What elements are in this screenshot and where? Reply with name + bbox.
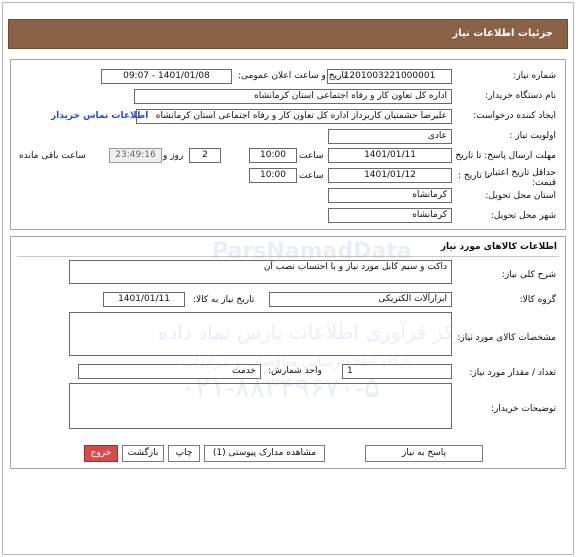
city-label: شهر محل تحویل:	[490, 211, 556, 221]
group-field: ابزارآلات الکتریکی	[269, 292, 452, 307]
qty-field: 1	[342, 364, 452, 379]
days-left-field: 2	[189, 148, 221, 163]
need-date-field: 1401/01/11	[103, 292, 185, 307]
province-label: استان محل تحویل:	[485, 191, 556, 201]
group-label: گروه کالا:	[519, 295, 556, 305]
summary-label: شرح کلی نیاز:	[501, 270, 556, 280]
deadline-time-field: 10:00	[249, 148, 297, 163]
priority-label: اولویت نیاز :	[509, 131, 556, 141]
exit-button[interactable]: خروج	[84, 445, 118, 462]
min-validity-label-price: قیمت:	[531, 178, 556, 188]
specs-field	[69, 312, 452, 356]
validity-time-label: ساعت	[299, 171, 324, 181]
unit-field: خدمت	[78, 364, 261, 379]
deadline-time-label: ساعت	[299, 151, 324, 161]
goods-section-title: اطلاعات کالاهای مورد نیاز	[440, 242, 557, 252]
print-button[interactable]: چاپ	[168, 445, 200, 462]
priority-field: عادی	[328, 129, 452, 144]
province-field: کرمانشاه	[328, 188, 452, 203]
page-header: جزئیات اطلاعات نیاز	[8, 19, 568, 49]
validity-to-label: تا تاریخ :	[458, 171, 490, 181]
back-button[interactable]: بازگشت	[122, 445, 164, 462]
buyer-contact-link[interactable]: اطلاعات تماس خریدار	[51, 111, 148, 121]
page-title: جزئیات اطلاعات نیاز	[452, 28, 553, 39]
announce-datetime-field: 1401/01/08 - 09:07	[101, 69, 232, 84]
notes-label: توضیحات خریدار:	[490, 404, 556, 414]
need-number-label: شماره نیاز:	[513, 71, 556, 81]
attachments-button[interactable]: مشاهده مدارک پیوستی (1)	[204, 445, 325, 462]
reply-button[interactable]: پاسخ به نیاز	[365, 445, 483, 462]
city-field: کرمانشاه	[328, 208, 452, 223]
requester-label: ایجاد کننده درخواست:	[473, 111, 556, 121]
deadline-date-field: 1401/01/11	[328, 148, 452, 163]
validity-time-field: 10:00	[249, 168, 297, 183]
goods-details-panel: اطلاعات کالاهای مورد نیاز شرح کلی نیاز: …	[10, 236, 566, 469]
buyer-org-label: نام دستگاه خریدار:	[485, 91, 556, 101]
time-left-field: 23:49:16	[109, 148, 162, 163]
tender-details-panel: شماره نیاز: 1201003221000001 تاریخ و ساع…	[10, 59, 566, 230]
days-label: روز و	[163, 151, 184, 161]
notes-field	[69, 383, 452, 429]
section-divider	[17, 256, 559, 257]
specs-label: مشخصات کالای مورد نیاز:	[457, 333, 556, 343]
remaining-label: ساعت باقی مانده	[19, 151, 86, 161]
buyer-org-field: اداره کل تعاون کار و رفاه اجتماعی استان …	[134, 89, 452, 104]
deadline-label: مهلت ارسال پاسخ: تا تاریخ :	[449, 151, 556, 161]
summary-field: داکت و سیم کابل مورد نیاز و با احتساب نص…	[69, 260, 452, 284]
requester-field: علیرضا حشمتیان کاربرداز اداره کل تعاون ک…	[136, 109, 452, 124]
announce-datetime-label: تاریخ و ساعت اعلان عمومی:	[238, 71, 347, 81]
min-validity-label: حداقل تاریخ اعتبار	[488, 168, 556, 178]
need-date-label: تاریخ نیاز به کالا:	[193, 295, 255, 305]
qty-label: تعداد / مقدار مورد نیاز:	[469, 368, 556, 378]
validity-date-field: 1401/01/12	[328, 168, 452, 183]
unit-label: واحد شمارش:	[268, 366, 322, 376]
